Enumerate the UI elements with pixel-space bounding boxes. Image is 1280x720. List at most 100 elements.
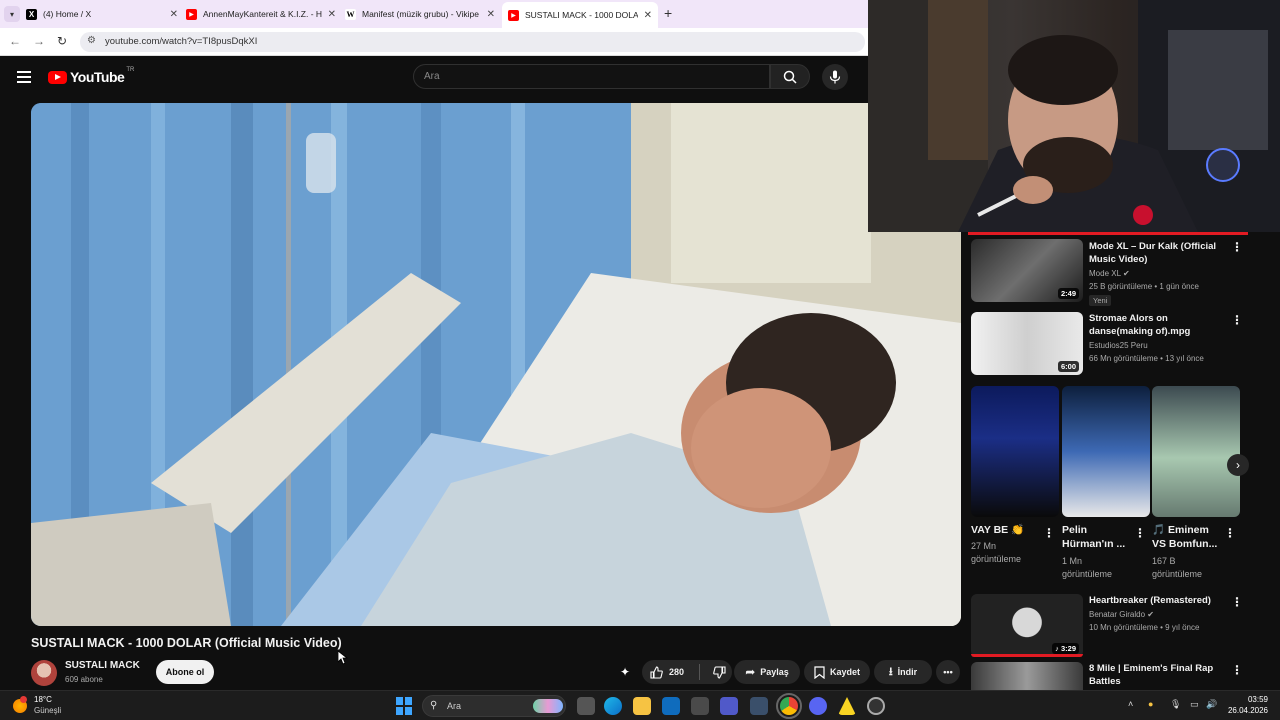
youtube-logo[interactable]: YouTube TR (48, 67, 134, 85)
windows-start-icon[interactable] (396, 697, 414, 715)
site-info-icon[interactable]: ⚙ (87, 35, 96, 46)
ai-sparkle-icon[interactable]: ✦ (620, 665, 630, 679)
related-channel[interactable]: Mode XL ✔ (1089, 269, 1130, 278)
task-view-icon[interactable] (577, 697, 595, 715)
more-vertical-icon[interactable]: ⋮ (1231, 663, 1243, 677)
close-icon[interactable]: ✕ (644, 10, 652, 21)
tab-annenmaykantereit[interactable]: ▶ AnnenMayKantereit & K.I.Z. - H ✕ (186, 3, 336, 25)
webcam-overlay (868, 0, 1280, 232)
video-player[interactable] (31, 103, 961, 626)
more-vertical-icon[interactable]: ⋮ (1231, 313, 1243, 327)
related-title[interactable]: 8 Mile | Eminem's Final Rap Battles (1089, 662, 1234, 688)
youtube-play-icon (48, 70, 67, 84)
title-line: danse(making of).mpg (1089, 326, 1191, 337)
related-title[interactable]: Stromae Alors on danse(making of).mpg (1089, 312, 1224, 338)
subscribe-button[interactable]: Abone ol (156, 660, 214, 684)
back-icon[interactable]: ← (9, 34, 21, 48)
like-button[interactable]: 280 (650, 665, 685, 679)
new-tab-icon[interactable]: + (664, 5, 672, 21)
volume-icon[interactable]: 🔊 (1206, 699, 1217, 710)
save-button[interactable]: Kaydet (804, 660, 870, 684)
close-icon[interactable]: ✕ (487, 9, 495, 20)
video-frame (31, 103, 961, 626)
search-box[interactable] (413, 64, 770, 89)
more-actions-button[interactable]: ••• (936, 660, 960, 684)
related-thumbnail[interactable]: 2:49 (971, 239, 1083, 302)
download-button[interactable]: ⭳ İndir (874, 660, 932, 684)
forward-icon[interactable]: → (33, 34, 45, 48)
obs-icon[interactable] (867, 697, 885, 715)
reload-icon[interactable]: ↻ (57, 34, 67, 48)
tray-app-icon[interactable]: ● (1148, 699, 1153, 709)
more-vertical-icon[interactable]: ⋮ (1043, 526, 1055, 540)
search-highlight-icon (533, 699, 563, 713)
voice-search-button[interactable] (822, 64, 848, 90)
title-line: Music Video) (1089, 254, 1148, 265)
discord-icon[interactable] (809, 697, 827, 715)
related-title[interactable]: Mode XL – Dur Kalk (Official Music Video… (1089, 240, 1224, 266)
search-button[interactable] (770, 64, 810, 89)
youtube-header: YouTube TR (0, 57, 868, 99)
more-vertical-icon[interactable]: ⋮ (1224, 526, 1236, 540)
more-vertical-icon[interactable]: ⋮ (1134, 526, 1146, 540)
browser-tab-strip: ▾ X (4) Home / X ✕ ▶ AnnenMayKantereit &… (0, 0, 868, 28)
short-thumbnail[interactable] (1152, 386, 1240, 517)
network-icon[interactable]: ▭ (1190, 699, 1199, 710)
x-logo-icon: X (26, 8, 37, 20)
teams-icon[interactable] (720, 697, 738, 715)
short-thumbnail[interactable] (971, 386, 1059, 517)
tab-sustali-mack[interactable]: ▶ SUSTALI MACK - 1000 DOLAR ( ✕ (502, 2, 658, 28)
tab-search-icon[interactable]: ▾ (4, 6, 20, 22)
chevron-right-icon[interactable]: › (1227, 454, 1249, 476)
tab-x-home[interactable]: X (4) Home / X ✕ (26, 3, 178, 25)
file-explorer-icon[interactable] (633, 697, 651, 715)
clock-time[interactable]: 03:59 (1220, 695, 1268, 704)
outlook-icon[interactable] (662, 697, 680, 715)
short-title[interactable]: Pelin Hürman'ın ... (1062, 523, 1125, 551)
related-thumbnail[interactable] (971, 662, 1083, 690)
short-title[interactable]: VAY BE 👏 (971, 523, 1024, 537)
taskbar-search[interactable]: ⚲ Ara (422, 695, 566, 717)
chrome-icon[interactable] (776, 693, 802, 719)
channel-name[interactable]: SUSTALI MACK (65, 660, 140, 671)
edge-browser-icon[interactable] (604, 697, 622, 715)
search-placeholder: Ara (447, 701, 462, 711)
short-thumbnail[interactable] (1062, 386, 1150, 517)
clock-date[interactable]: 26.04.2026 (1220, 706, 1268, 715)
channel-label: Benatar Giraldo (1089, 610, 1146, 619)
search-input[interactable] (424, 71, 724, 82)
thumbs-down-icon[interactable] (713, 665, 726, 679)
tab-manifest-wikipedia[interactable]: W Manifest (müzik grubu) - Vikipe ✕ (345, 3, 495, 25)
address-bar[interactable]: ⚙ youtube.com/watch?v=TI8pusDqkXI (80, 32, 865, 52)
close-icon[interactable]: ✕ (170, 9, 178, 20)
more-vertical-icon[interactable]: ⋮ (1231, 595, 1243, 609)
progress-bar (968, 232, 1248, 235)
more-vertical-icon[interactable]: ⋮ (1231, 240, 1243, 254)
share-button[interactable]: ➦ Paylaş (734, 660, 800, 684)
tab-title: AnnenMayKantereit & K.I.Z. - H (203, 9, 322, 19)
short-title[interactable]: 🎵 Eminem VS Bomfun... (1152, 523, 1217, 551)
related-channel[interactable]: Estudios25 Peru (1089, 341, 1148, 350)
youtube-favicon-icon: ▶ (186, 8, 197, 20)
weather-description[interactable]: Güneşli (34, 706, 61, 715)
store-icon[interactable] (691, 697, 709, 715)
bookmark-icon (814, 665, 825, 679)
watched-progress-bar (971, 654, 1083, 657)
related-title[interactable]: Heartbreaker (Remastered) (1089, 594, 1229, 607)
menu-icon[interactable] (17, 71, 31, 86)
microphone-icon[interactable]: 🎙 (1170, 699, 1181, 710)
weather-temperature[interactable]: 18°C (34, 695, 52, 704)
steam-icon[interactable] (750, 697, 768, 715)
like-count: 280 (669, 667, 685, 677)
warning-app-icon[interactable] (838, 697, 856, 715)
share-label: Paylaş (760, 667, 789, 677)
taskbar: 18°C Güneşli ⚲ Ara ˄ ● 🎙 ▭ 🔊 03:59 26.04… (0, 690, 1280, 720)
related-channel[interactable]: Benatar Giraldo ✔ (1089, 610, 1154, 619)
close-icon[interactable]: ✕ (328, 9, 336, 20)
chevron-up-icon[interactable]: ˄ (1128, 699, 1133, 709)
related-meta: 25 B görüntüleme • 1 gün önce (1089, 282, 1199, 291)
browser-toolbar: ← → ↻ ⚙ youtube.com/watch?v=TI8pusDqkXI (0, 28, 868, 56)
channel-avatar[interactable] (31, 660, 57, 686)
related-thumbnail[interactable]: 6:00 (971, 312, 1083, 375)
related-thumbnail[interactable]: ♪ 3:29 (971, 594, 1083, 657)
